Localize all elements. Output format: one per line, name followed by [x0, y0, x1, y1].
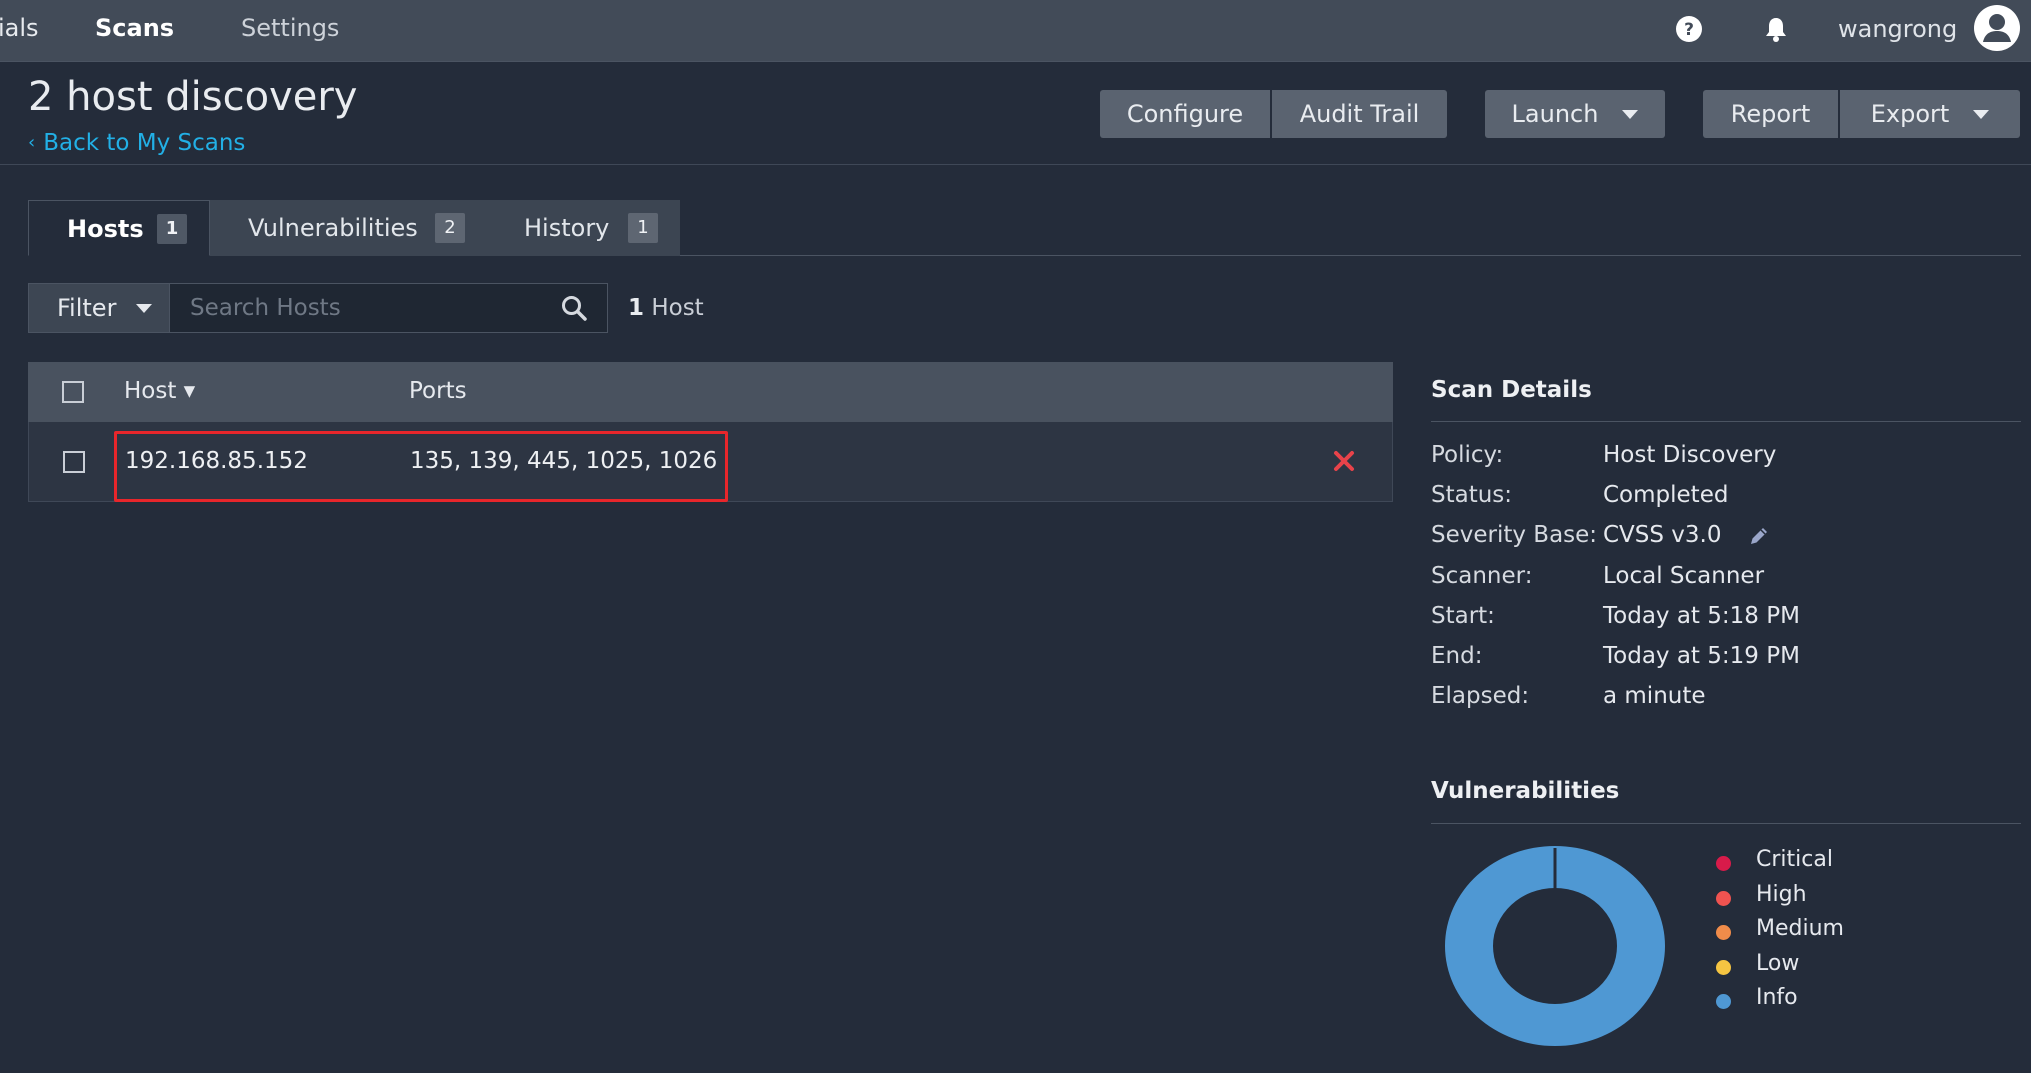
- table-row[interactable]: 192.168.85.152 135, 139, 445, 1025, 1026: [28, 422, 1393, 502]
- vulnerability-donut-chart: [1445, 846, 1665, 1046]
- caret-down-icon: [1973, 110, 1990, 119]
- host-ports: 135, 139, 445, 1025, 1026: [410, 448, 718, 474]
- divider: [1431, 421, 2021, 422]
- detail-value: Completed: [1603, 482, 1729, 508]
- pencil-edit-icon[interactable]: [1747, 524, 1771, 548]
- page-title: 2 host discovery: [28, 74, 358, 120]
- caret-down-icon: [1622, 110, 1639, 119]
- filter-label: Filter: [57, 294, 117, 322]
- scan-details-title: Scan Details: [1431, 377, 1592, 403]
- detail-value: a minute: [1603, 683, 1706, 709]
- host-count: 1 Host: [628, 295, 704, 321]
- detail-label: Start:: [1431, 603, 1495, 629]
- legend-label: Info: [1756, 985, 1798, 1010]
- column-header-ports: Ports: [409, 378, 467, 404]
- detail-label: End:: [1431, 643, 1483, 669]
- svg-text:?: ?: [1684, 20, 1694, 40]
- detail-label: Elapsed:: [1431, 683, 1530, 709]
- audit-trail-button[interactable]: Audit Trail: [1272, 90, 1447, 138]
- top-nav-bar: ials Scans Settings ? wangrong: [0, 0, 2031, 62]
- tab-label: Vulnerabilities: [248, 214, 418, 242]
- chevron-left-icon: ‹: [28, 132, 36, 153]
- configure-button[interactable]: Configure: [1100, 90, 1270, 138]
- tab-count-badge: 1: [157, 214, 187, 244]
- detail-label: Scanner:: [1431, 563, 1533, 589]
- row-checkbox[interactable]: [63, 451, 85, 473]
- legend-dot: [1716, 891, 1731, 906]
- column-header-host[interactable]: Host ▾: [124, 378, 195, 404]
- legend-dot: [1716, 994, 1731, 1009]
- detail-value: Local Scanner: [1603, 563, 1765, 589]
- legend-label: Medium: [1756, 916, 1844, 941]
- legend-dot: [1716, 856, 1731, 871]
- help-icon[interactable]: ?: [1673, 13, 1705, 45]
- host-count-suffix: Host: [644, 295, 704, 321]
- legend-dot: [1716, 925, 1731, 940]
- user-avatar-icon[interactable]: [1973, 4, 2021, 52]
- detail-value: CVSS v3.0: [1603, 522, 1722, 548]
- tab-label: History: [524, 214, 610, 242]
- export-button[interactable]: Export: [1840, 90, 2020, 138]
- remove-host-icon[interactable]: [1331, 448, 1357, 474]
- nav-scans[interactable]: Scans: [95, 14, 174, 42]
- nav-credentials[interactable]: ials: [0, 14, 39, 42]
- back-to-scans-link[interactable]: ‹ Back to My Scans: [28, 130, 245, 156]
- select-all-checkbox[interactable]: [62, 381, 84, 403]
- detail-value: Today at 5:19 PM: [1603, 643, 1800, 669]
- search-icon[interactable]: [560, 294, 588, 322]
- legend-dot: [1716, 960, 1731, 975]
- filter-dropdown-button[interactable]: Filter: [28, 283, 169, 333]
- header-divider: [0, 164, 2031, 165]
- divider: [1431, 823, 2021, 824]
- legend-label: High: [1756, 882, 1807, 907]
- tab-label: Hosts: [67, 215, 144, 243]
- host-count-number: 1: [628, 295, 645, 321]
- export-button-label: Export: [1870, 100, 1950, 128]
- username[interactable]: wangrong: [1838, 15, 1957, 43]
- detail-value: Today at 5:18 PM: [1603, 603, 1800, 629]
- detail-label: Policy:: [1431, 442, 1504, 468]
- tab-history[interactable]: History 1: [480, 200, 680, 256]
- vulnerabilities-title: Vulnerabilities: [1431, 778, 1620, 804]
- detail-label: Status:: [1431, 482, 1513, 508]
- nav-settings[interactable]: Settings: [241, 14, 339, 42]
- back-link-label: Back to My Scans: [43, 130, 246, 156]
- legend-label: Low: [1756, 951, 1800, 976]
- tab-count-badge: 1: [628, 213, 658, 243]
- detail-label: Severity Base:: [1431, 522, 1598, 548]
- tab-count-badge: 2: [435, 213, 465, 243]
- table-header: Host ▾ Ports: [28, 362, 1393, 422]
- bell-icon[interactable]: [1760, 13, 1792, 45]
- launch-button-label: Launch: [1511, 100, 1599, 128]
- launch-button[interactable]: Launch: [1485, 90, 1665, 138]
- caret-down-icon: [136, 304, 153, 313]
- report-button[interactable]: Report: [1703, 90, 1838, 138]
- search-hosts-input[interactable]: [169, 283, 608, 333]
- tab-vulnerabilities[interactable]: Vulnerabilities 2: [210, 200, 480, 256]
- tab-hosts[interactable]: Hosts 1: [28, 200, 210, 256]
- detail-value: Host Discovery: [1603, 442, 1777, 468]
- legend-label: Critical: [1756, 847, 1833, 872]
- host-ip[interactable]: 192.168.85.152: [125, 448, 308, 474]
